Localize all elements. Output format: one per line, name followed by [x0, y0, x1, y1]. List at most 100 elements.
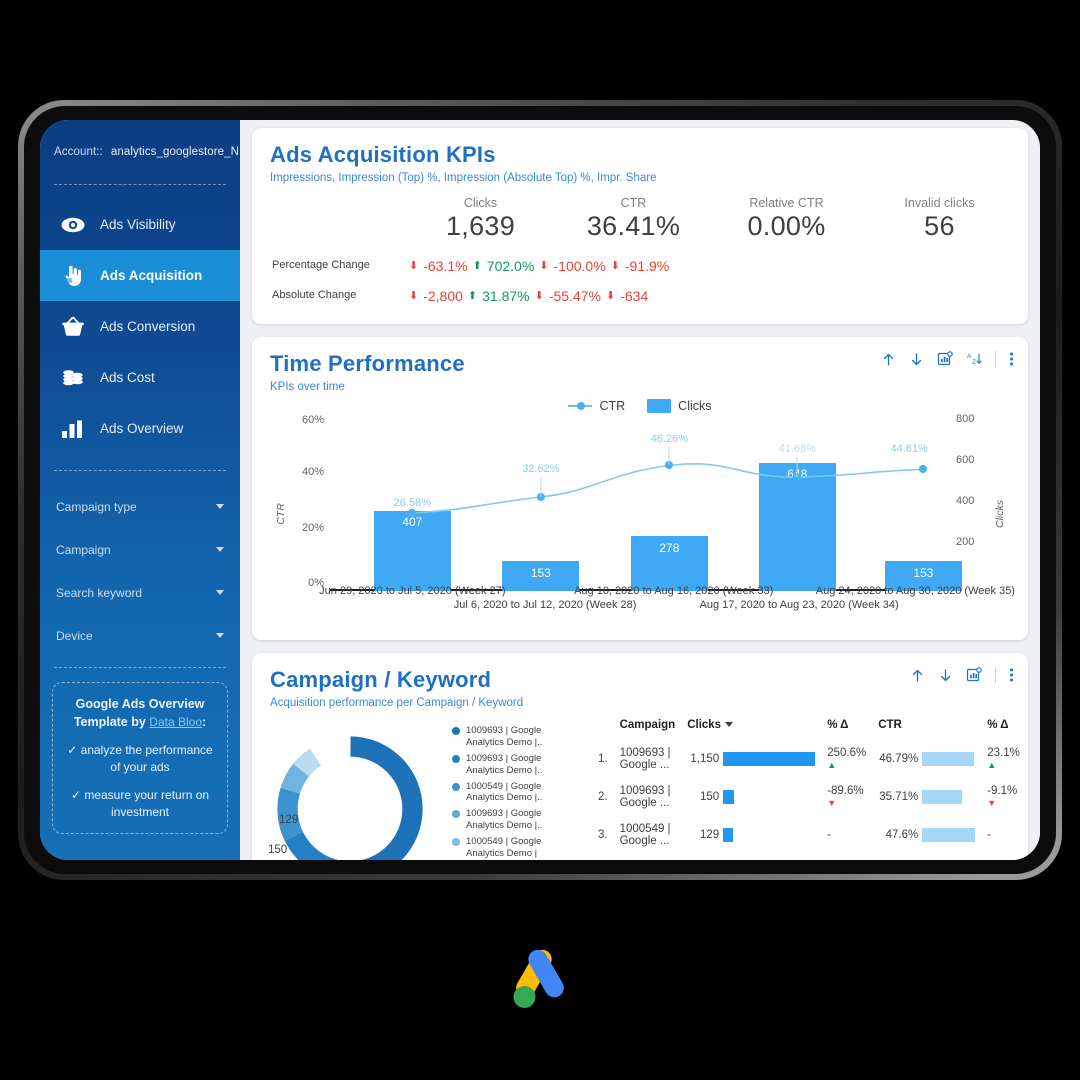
donut-chart[interactable] — [268, 727, 432, 860]
donut-label-150: 150 — [268, 844, 288, 856]
arrow-up-icon: ▲ — [987, 760, 997, 770]
row-campaign: 1000549 | Google ... — [619, 823, 671, 847]
arrow-down-icon: ⬇ — [409, 259, 419, 272]
arrow-down-icon[interactable] — [938, 668, 953, 683]
kpi-change-value: -100.0% — [553, 258, 606, 275]
row-ctr-delta: 6.9% ▲ — [981, 854, 1026, 860]
time-performance-toolbar: AZ — [881, 351, 1014, 367]
legend-item[interactable]: 1000549 | Google Analytics Demo | — [452, 836, 582, 860]
sort-az-icon[interactable]: AZ — [966, 351, 982, 367]
arrow-up-icon[interactable] — [881, 352, 896, 367]
arrow-down-icon[interactable] — [909, 352, 924, 367]
ctr-point-week-35[interactable] — [919, 465, 928, 473]
toolbar-divider — [995, 667, 996, 683]
arrow-down-icon: ⬇ — [606, 289, 616, 302]
sort-desc-icon — [725, 722, 734, 728]
col-ctr-delta[interactable]: % Δ — [981, 719, 1026, 740]
campaign-keyword-card: Campaign / Keyword Acquisition performan… — [252, 653, 1028, 860]
sidebar-item-ads-acquisition[interactable]: Ads Acquisition — [40, 250, 240, 301]
legend-item[interactable]: 1009693 | Google Analytics Demo |.. — [452, 753, 582, 777]
col-clicks-delta[interactable]: % Δ — [821, 719, 872, 740]
chevron-down-icon — [216, 547, 224, 552]
table-row[interactable]: 1. 1009693 | Google ... 1,150 250.6% ▲ 4… — [592, 740, 1026, 778]
promo-box: Google Ads Overview Template by Data Blo… — [52, 682, 228, 835]
promo-title: Google Ads Overview Template by Data Blo… — [63, 695, 217, 732]
row-ctr-delta: - — [987, 829, 992, 841]
legend-item[interactable]: 1000549 | Google Analytics Demo |.. — [452, 781, 582, 805]
kpi-row-label: Percentage Change — [272, 259, 370, 271]
col-campaign[interactable]: Campaign — [614, 719, 682, 740]
sidebar-item-ads-cost[interactable]: Ads Cost — [40, 352, 240, 403]
table-row[interactable]: 3. 1000549 | Google ... 129 - 47.6% - — [592, 816, 1026, 854]
row-clicks-delta: -89.6% ▼ — [827, 785, 864, 808]
account-selector[interactable]: Account:: analytics_googlestore_N... — [40, 146, 249, 158]
ctr-label-week-28: 32.62% — [522, 463, 560, 475]
filter-search-keyword[interactable]: Search keyword — [40, 571, 240, 614]
plot-area: 407 153 278 648 — [319, 425, 1015, 611]
kpi-metric-name: Invalid clicks — [904, 196, 975, 210]
campaign-keyword-subtitle: Acquisition performance per Campaign / K… — [270, 697, 524, 709]
donut-label-129: 129 — [279, 814, 299, 826]
y-tick-60: 60% — [301, 414, 324, 426]
sidebar-item-ads-conversion[interactable]: Ads Conversion — [40, 301, 240, 352]
chevron-down-icon — [216, 590, 224, 595]
eye-icon — [60, 212, 86, 238]
arrow-up-icon[interactable] — [910, 668, 925, 683]
kpi-percentage-change-row: Percentage Change ⬇ -63.1% ⬆ 702.0% ⬇ -100.… — [264, 250, 669, 280]
legend-label: CTR — [599, 399, 626, 413]
kpi-pct-change-invalid-clicks: ⬇ -91.9% — [611, 256, 670, 274]
donut-legend: 1009693 | Google Analytics Demo |.. 10096… — [452, 719, 582, 860]
sidebar-item-ads-visibility[interactable]: Ads Visibility — [40, 199, 240, 250]
campaign-table-wrap: Campaign Clicks % Δ CTR % Δ 1. 1009693 |… — [592, 719, 1028, 860]
y2-tick-600: 600 — [956, 454, 975, 466]
kpi-metric-value: 56 — [924, 211, 955, 241]
legend-item[interactable]: 1009693 | Google Analytics Demo |.. — [452, 808, 582, 832]
more-vertical-icon[interactable] — [1009, 667, 1014, 683]
arrow-down-icon: ⬇ — [409, 289, 419, 302]
filter-label: Device — [56, 628, 93, 643]
kpi-pct-change-ctr: ⬆ 702.0% — [473, 256, 535, 274]
legend-item[interactable]: 1009693 | Google Analytics Demo |.. — [452, 725, 582, 749]
legend-color-dot — [452, 754, 460, 763]
kpi-metric-value: 1,639 — [445, 211, 516, 241]
y-tick-0: 0% — [308, 577, 324, 589]
filter-device[interactable]: Device — [40, 614, 240, 657]
campaign-keyword-toolbar — [910, 667, 1014, 683]
filter-campaign-type[interactable]: Campaign type — [40, 485, 240, 528]
legend-item-clicks[interactable]: Clicks — [647, 399, 712, 413]
y2-tick-200: 200 — [956, 536, 975, 548]
kpi-abs-change-relative-ctr: ⬇ -55.47% — [535, 286, 601, 304]
ctr-point-week-27[interactable] — [408, 509, 417, 517]
y-tick-40: 40% — [301, 466, 324, 478]
sidebar-item-ads-overview[interactable]: Ads Overview — [40, 403, 240, 454]
kpi-metrics-row: Clicks 1,639 CTR 36.41% Relative CTR 0.0… — [264, 196, 1016, 242]
filter-campaign[interactable]: Campaign — [40, 528, 240, 571]
table-row[interactable]: 2. 1009693 | Google ... 150 -89.6% ▼ 35.… — [592, 778, 1026, 816]
chart-settings-icon[interactable] — [966, 667, 982, 683]
arrow-down-icon: ▼ — [827, 798, 837, 808]
legend-item-ctr[interactable]: CTR — [568, 399, 625, 413]
bar-chart-icon — [60, 416, 86, 442]
chart-settings-icon[interactable] — [937, 351, 953, 367]
promo-bullet-1: ✓ analyze the performance of your ads — [67, 742, 213, 775]
data-bloo-link[interactable]: Data Bloo — [149, 715, 202, 729]
col-clicks[interactable]: Clicks — [681, 719, 821, 740]
ctr-label-week-34: 41.68% — [778, 443, 816, 455]
col-ctr[interactable]: CTR — [872, 719, 981, 740]
row-campaign: 1009693 | Google ... — [614, 854, 682, 860]
ads-acquisition-kpis-card: Ads Acquisition KPIs Impressions, Impres… — [252, 128, 1028, 324]
legend-text: 1009693 | Google Analytics Demo |.. — [466, 725, 543, 748]
table-body: 1. 1009693 | Google ... 1,150 250.6% ▲ 4… — [592, 740, 1026, 860]
row-index: 4. — [592, 854, 614, 860]
ctr-stem — [668, 447, 670, 465]
row-campaign: 1009693 | Google ... — [619, 747, 671, 771]
table-row[interactable]: 4. 1009693 | Google ... 65 -93.2% ▼ 27.9… — [592, 854, 1026, 860]
campaign-keyword-title: Campaign / Keyword — [270, 667, 492, 692]
arrow-down-icon: ⬇ — [539, 259, 549, 272]
filter-label: Campaign type — [56, 499, 137, 514]
ctr-stem — [796, 457, 798, 477]
sidebar-item-label: Ads Cost — [100, 370, 155, 385]
more-vertical-icon[interactable] — [1009, 351, 1014, 367]
kpi-row-label: Absolute Change — [272, 289, 357, 301]
promo-bullet-2: ✓ measure your return on investment — [70, 787, 210, 819]
